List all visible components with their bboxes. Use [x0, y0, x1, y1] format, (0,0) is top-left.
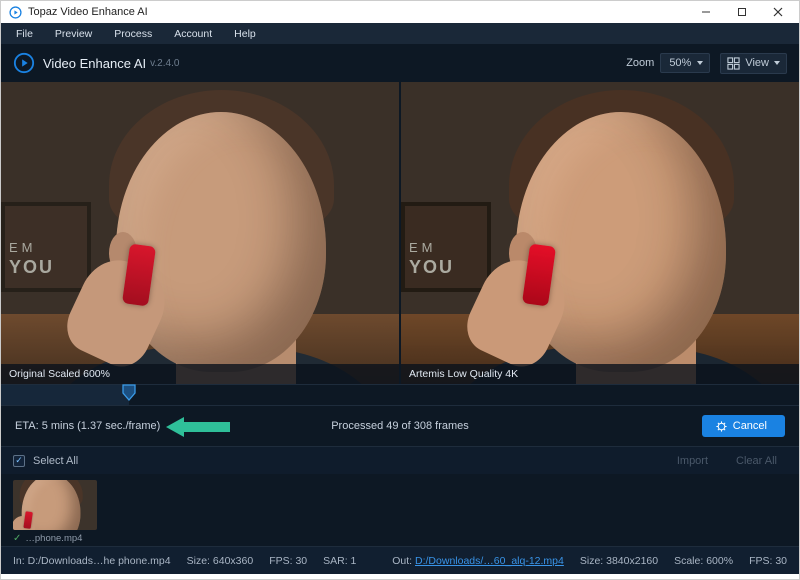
menu-account[interactable]: Account	[163, 28, 223, 40]
preview-left[interactable]: EMYOU Original Scaled 600%	[1, 82, 399, 384]
status-in-fps: FPS: 30	[269, 555, 307, 567]
processed-text: Processed 49 of 308 frames	[331, 420, 469, 432]
zoom-value: 50%	[669, 57, 691, 69]
thumbnail-caption: …phone.mp4	[25, 533, 82, 544]
gear-icon	[716, 421, 727, 432]
chevron-down-icon	[697, 61, 703, 65]
minimize-button[interactable]	[689, 2, 723, 22]
eta-text: ETA: 5 mins (1.37 sec./frame)	[15, 420, 160, 432]
zoom-dropdown[interactable]: 50%	[660, 53, 710, 73]
timeline[interactable]	[1, 384, 799, 406]
preview-right-label: Artemis Low Quality 4K	[401, 364, 799, 384]
app-version: v.2.4.0	[150, 58, 179, 69]
check-icon: ✓	[13, 533, 21, 544]
grid-icon	[727, 57, 740, 70]
chevron-down-icon	[774, 61, 780, 65]
timeline-handle-icon[interactable]	[121, 383, 137, 401]
maximize-button[interactable]	[725, 2, 759, 22]
menu-file[interactable]: File	[5, 28, 44, 40]
app-title: Video Enhance AI	[43, 56, 146, 71]
status-out-scale: Scale: 600%	[674, 555, 733, 567]
callout-arrow-icon	[166, 415, 230, 442]
timeline-progress	[1, 385, 129, 405]
menu-help[interactable]: Help	[223, 28, 267, 40]
os-title: Topaz Video Enhance AI	[28, 6, 689, 18]
app-logo-icon	[13, 52, 35, 74]
queue-body: ✓ …phone.mp4	[1, 474, 799, 546]
status-in-size: Size: 640x360	[187, 555, 254, 567]
status-out-fps: FPS: 30	[749, 555, 787, 567]
status-in-sar: SAR: 1	[323, 555, 356, 567]
status-in: In: D:/Downloads…he phone.mp4	[13, 555, 171, 567]
status-out: Out: D:/Downloads/…60_alq-12.mp4	[392, 555, 564, 567]
close-button[interactable]	[761, 2, 795, 22]
status-out-size: Size: 3840x2160	[580, 555, 658, 567]
output-path-link[interactable]: D:/Downloads/…60_alq-12.mp4	[415, 555, 564, 567]
progress-row: ETA: 5 mins (1.37 sec./frame) Processed …	[1, 406, 799, 446]
queue-thumbnail[interactable]: ✓ …phone.mp4	[13, 480, 97, 544]
menu-preview[interactable]: Preview	[44, 28, 103, 40]
menu-bar: File Preview Process Account Help	[1, 23, 799, 44]
os-titlebar: Topaz Video Enhance AI	[1, 1, 799, 23]
thumbnail-image	[13, 480, 97, 530]
preview-right[interactable]: EMYOU Artemis Low Quality 4K	[401, 82, 799, 384]
app-window: Topaz Video Enhance AI File Preview Proc…	[0, 0, 800, 580]
cancel-button[interactable]: Cancel	[702, 415, 785, 437]
app-logo-icon	[9, 6, 22, 19]
zoom-label: Zoom	[626, 57, 654, 69]
status-bar: In: D:/Downloads…he phone.mp4 Size: 640x…	[1, 546, 799, 574]
select-all-checkbox[interactable]	[13, 455, 25, 467]
toolbar: Video Enhance AI v.2.4.0 Zoom 50% View	[1, 44, 799, 82]
view-label: View	[745, 57, 769, 69]
import-button[interactable]: Import	[667, 453, 718, 469]
menu-process[interactable]: Process	[103, 28, 163, 40]
preview-left-label: Original Scaled 600%	[1, 364, 399, 384]
view-dropdown[interactable]: View	[720, 53, 787, 74]
cancel-label: Cancel	[733, 420, 767, 432]
select-all-label[interactable]: Select All	[33, 455, 78, 467]
clear-all-button[interactable]: Clear All	[726, 453, 787, 469]
queue-header: Select All Import Clear All	[1, 446, 799, 474]
preview-area: EMYOU Original Scaled 600% EMYOU Artemis…	[1, 82, 799, 384]
